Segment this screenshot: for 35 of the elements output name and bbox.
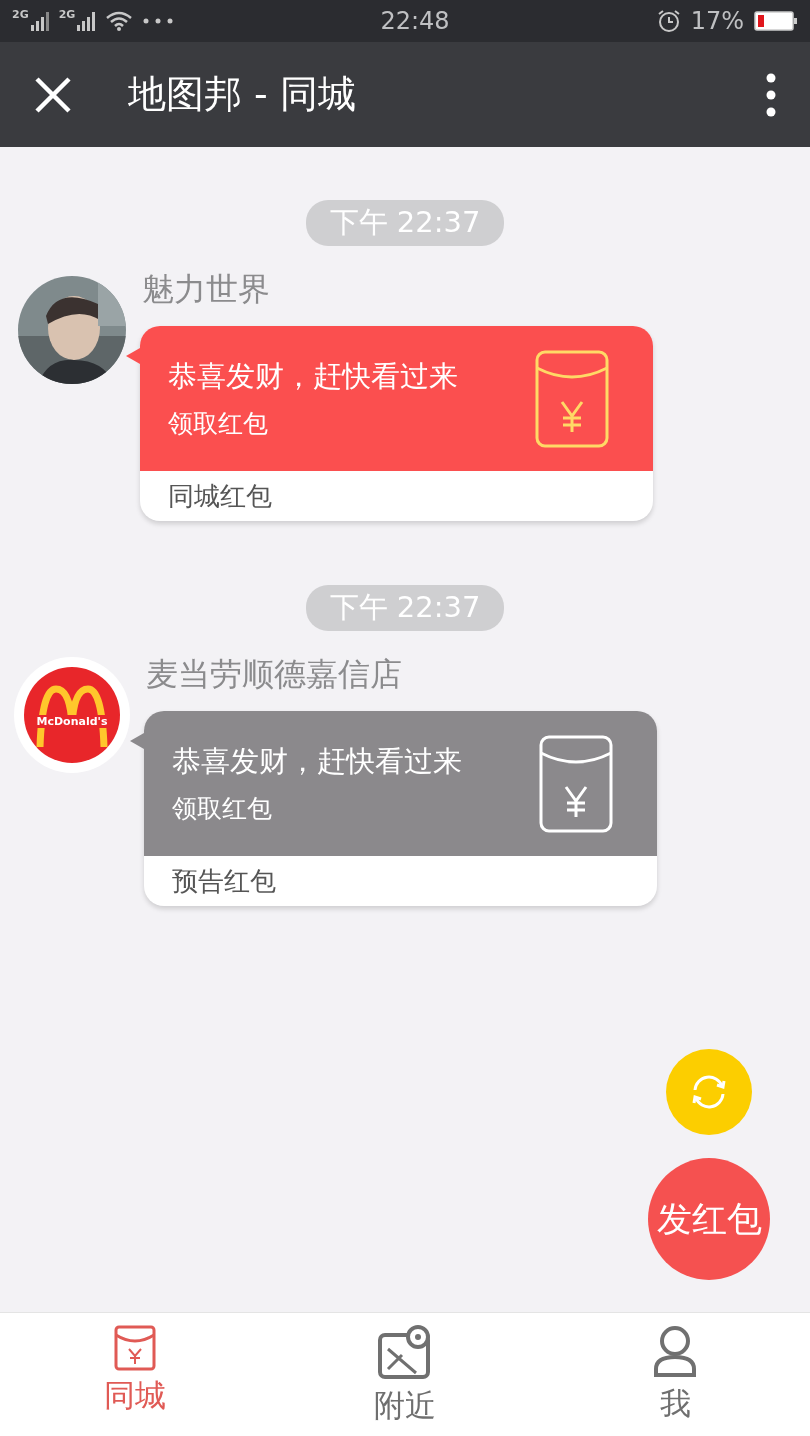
arches-icon [34,685,110,747]
packet-title: 恭喜发财，赶快看过来 [172,743,463,780]
page-title: 地图邦 - 同城 [128,71,357,118]
network-label: 2G [12,8,29,21]
signal-icon [77,11,98,31]
tab-label: 我 [659,1384,691,1423]
packet-action: 领取红包 [172,793,273,825]
battery-percent: 17% [690,7,744,35]
more-menu-icon[interactable] [766,72,776,117]
wifi-icon [105,10,134,32]
signal-icon [30,11,51,31]
sender-name: 魅力世界 [142,269,271,310]
logo-text: McDonald's [35,714,109,728]
tab[interactable]: 附近 [270,1313,540,1436]
packet-title: 恭喜发财，赶快看过来 [168,358,459,395]
close-icon[interactable] [34,75,72,114]
envelope-icon [539,734,613,833]
status-time: 22:48 [379,7,451,35]
envelope-icon [114,1325,156,1371]
battery-icon [754,10,798,32]
network-label: 2G [58,8,76,21]
more-icon [143,18,174,24]
tab[interactable]: 我 [540,1313,810,1436]
map-icon [378,1325,432,1381]
tab-label: 同城 [104,1376,166,1415]
person-icon [653,1325,697,1379]
sender-name: 麦当劳顺德嘉信店 [146,654,403,695]
tab[interactable]: 同城 [0,1313,270,1436]
packet-action: 领取红包 [168,408,269,440]
packet-type: 预告红包 [171,865,277,898]
alarm-icon [656,9,681,33]
tab-label: 附近 [374,1386,436,1425]
send-packet-button[interactable]: 发红包 [648,1158,770,1280]
envelope-icon [535,349,609,448]
packet-type: 同城红包 [167,480,273,513]
